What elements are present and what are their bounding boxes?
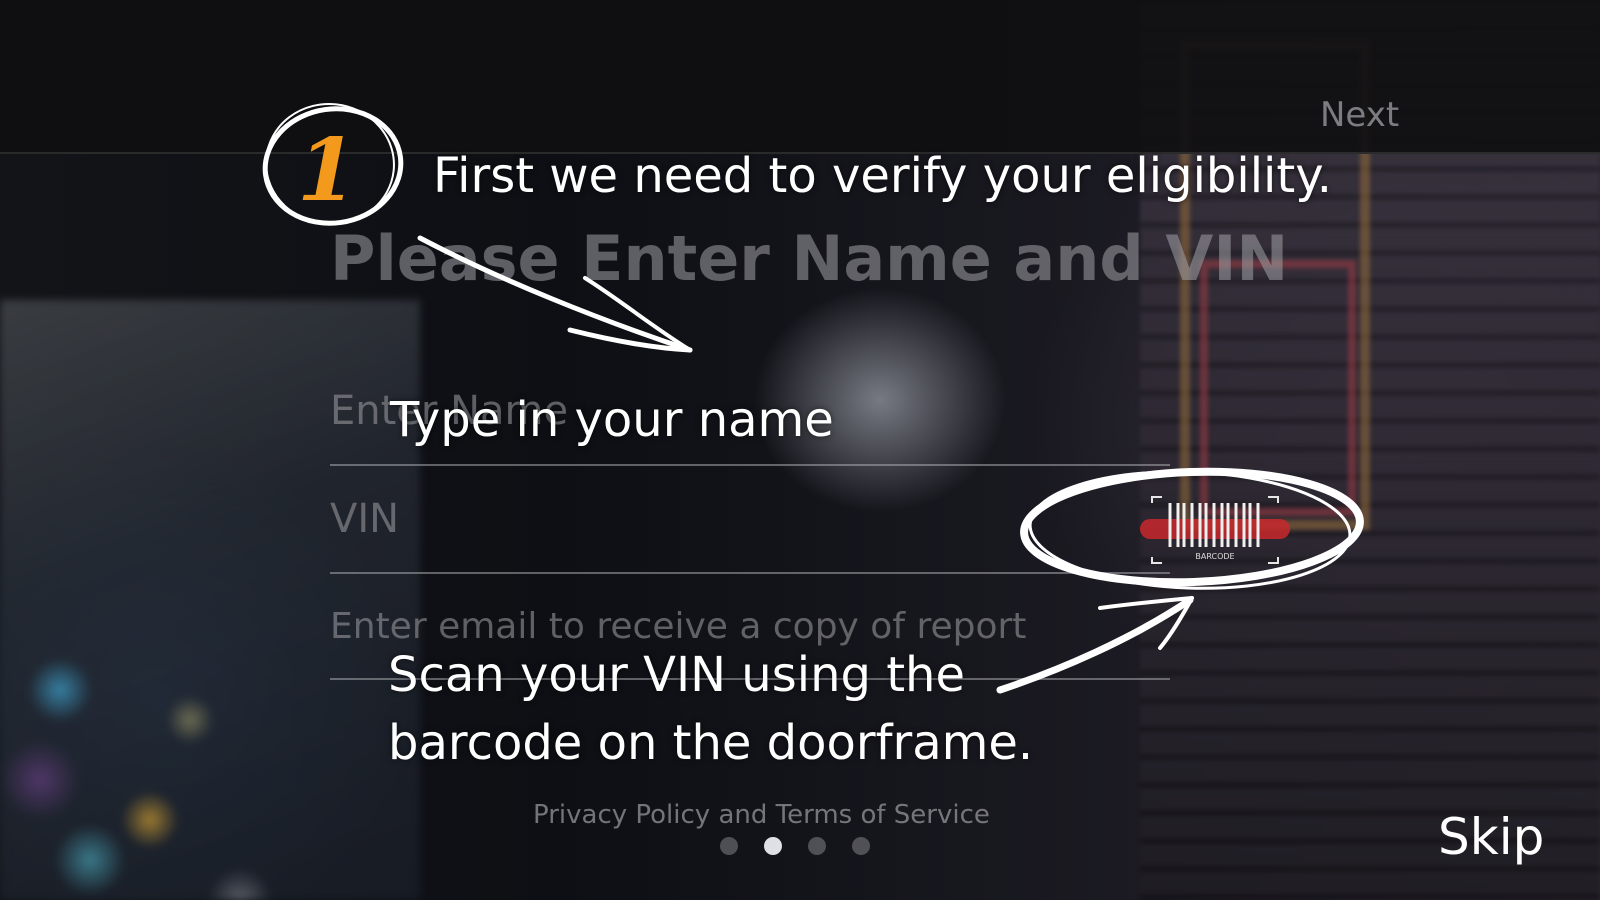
step-circle-icon: 1 <box>262 102 404 226</box>
barcode-highlight-ellipse <box>1020 467 1364 590</box>
step-instruction-text: First we need to verify your eligibility… <box>433 148 1333 204</box>
arrow-to-name-icon <box>417 235 693 353</box>
name-hint-text: Type in your name <box>390 392 834 448</box>
vin-hint-text: Scan your VIN using the barcode on the d… <box>388 641 1033 777</box>
vin-hint-line-1: Scan your VIN using the <box>388 647 965 703</box>
vin-hint-line-2: barcode on the doorframe. <box>388 715 1034 771</box>
step-number: 1 <box>297 120 357 221</box>
onboarding-screen: Next Please Enter Name and VIN Enter Nam… <box>0 0 1600 900</box>
